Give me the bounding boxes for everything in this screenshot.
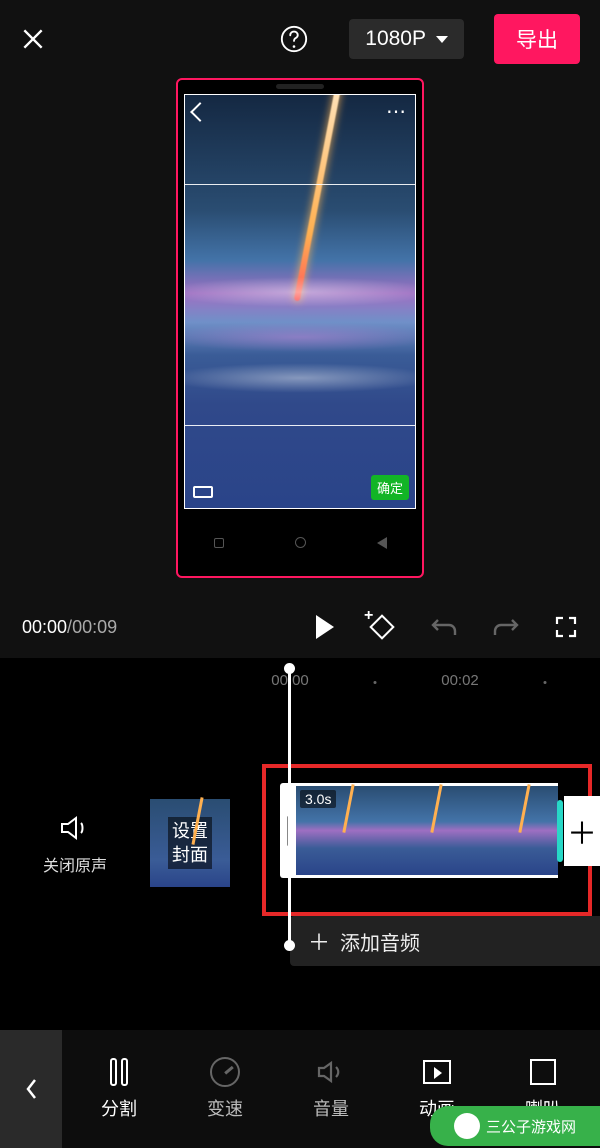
watermark-text: 三公子游戏网 (486, 1116, 576, 1137)
add-audio-label: 添加音频 (340, 927, 420, 956)
tool-label: 变速 (207, 1095, 243, 1121)
back-icon[interactable] (190, 102, 210, 122)
video-preview[interactable]: ⋯ 确定 (184, 94, 416, 509)
plus-icon: ＋ (308, 925, 330, 957)
add-audio-button[interactable]: ＋ 添加音频 (290, 916, 600, 966)
tool-label: 分割 (101, 1095, 137, 1121)
tool-speed[interactable]: 变速 (180, 1057, 270, 1121)
time-display: 00:00/00:09 (22, 617, 117, 638)
redo-icon[interactable] (492, 616, 520, 638)
tool-volume[interactable]: 音量 (286, 1057, 376, 1121)
cover-label: 设置封面 (168, 817, 212, 869)
guide-line (185, 425, 415, 426)
playback-controls: 00:00/00:09 + (0, 596, 600, 658)
volume-icon (316, 1060, 346, 1084)
preview-graphic (294, 94, 343, 302)
help-icon[interactable] (279, 24, 309, 54)
ruler-tick (374, 681, 377, 684)
top-bar: 1080P 导出 (0, 0, 600, 78)
play-icon[interactable] (316, 615, 334, 639)
playhead[interactable] (288, 668, 291, 946)
watermark-badge: 三公子游戏网 (430, 1106, 600, 1146)
resolution-dropdown[interactable]: 1080P (349, 19, 464, 59)
device-frame: ⋯ 确定 (176, 78, 424, 578)
guide-line (185, 184, 415, 185)
nav-recent-icon (214, 538, 224, 548)
clip-thumbnail (472, 786, 558, 875)
ruler-tick (544, 681, 547, 684)
total-time: 00:09 (72, 617, 117, 637)
ruler-mark: 00:02 (441, 672, 479, 689)
clip-thumbnail (384, 786, 472, 875)
tool-split[interactable]: 分割 (74, 1057, 164, 1121)
mute-original-button[interactable]: 关闭原声 (0, 811, 150, 876)
chevron-down-icon (436, 36, 448, 43)
more-icon[interactable]: ⋯ (386, 109, 407, 115)
animation-icon (423, 1060, 451, 1084)
time-ruler: 00:00 00:02 (0, 672, 600, 698)
speed-icon (210, 1057, 240, 1087)
nav-home-icon (295, 537, 306, 548)
crop-icon (530, 1059, 556, 1085)
aspect-ratio-icon[interactable] (193, 486, 213, 498)
tool-label: 音量 (313, 1095, 349, 1121)
close-icon[interactable] (20, 26, 46, 52)
video-clip[interactable]: 3.0s (280, 783, 558, 878)
nav-back-icon (377, 537, 387, 549)
fullscreen-icon[interactable] (554, 615, 578, 639)
current-time: 00:00 (22, 617, 67, 637)
speaker-icon (59, 815, 91, 841)
preview-area: ⋯ 确定 (0, 78, 600, 596)
toolbar-back-button[interactable] (0, 1030, 62, 1148)
add-clip-button[interactable]: ＋ (564, 796, 600, 866)
export-button[interactable]: 导出 (494, 14, 580, 64)
timeline[interactable]: 00:00 00:02 关闭原声 设置封面 3.0s ＋ ＋ 添加音频 (0, 658, 600, 1056)
split-icon (110, 1058, 128, 1086)
add-keyframe-button[interactable]: + (368, 613, 396, 641)
set-cover-button[interactable]: 设置封面 (150, 799, 230, 887)
chevron-left-icon (24, 1077, 38, 1101)
mute-label: 关闭原声 (0, 852, 150, 876)
clip-duration-badge: 3.0s (300, 790, 336, 808)
confirm-button[interactable]: 确定 (371, 475, 409, 500)
device-navbar (178, 509, 422, 576)
resolution-value: 1080P (365, 27, 426, 51)
undo-icon[interactable] (430, 616, 458, 638)
